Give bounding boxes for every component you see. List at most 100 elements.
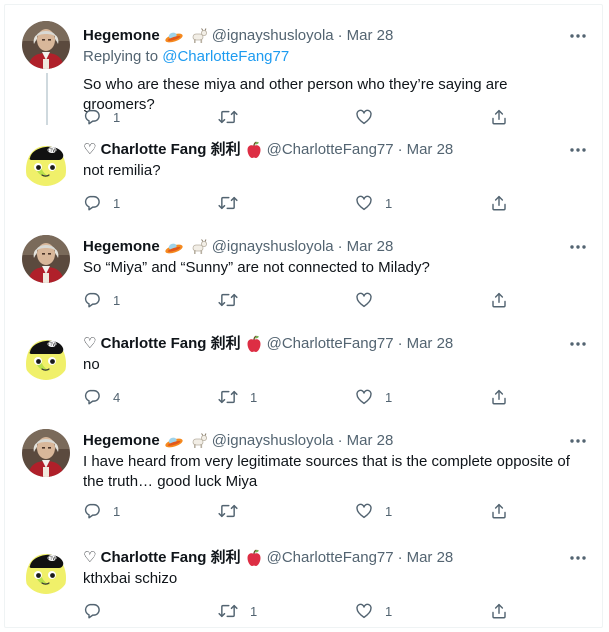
reply-button[interactable]: 1: [83, 193, 120, 213]
share-icon: [490, 194, 508, 212]
share-icon: [490, 502, 508, 520]
reply-icon: [83, 502, 101, 520]
apple-emoji: [245, 335, 263, 353]
tweet-actions: 1: [83, 290, 523, 310]
more-icon[interactable]: [568, 431, 588, 451]
tweet-header: ♡ Charlotte Fang 刹利 @CharlotteFang77 · Mar …: [83, 548, 453, 568]
retweet-icon: [218, 388, 238, 406]
reply-count: 1: [113, 503, 121, 519]
tweet-date[interactable]: Mar 28: [347, 431, 394, 451]
avatar[interactable]: FTW: [22, 546, 70, 594]
avatar[interactable]: FTW: [22, 332, 70, 380]
retweet-button[interactable]: [218, 193, 238, 213]
user-handle[interactable]: @CharlotteFang77: [267, 548, 394, 568]
share-button[interactable]: [490, 387, 508, 407]
tweet-text: not remilia?: [83, 162, 161, 179]
tweet[interactable]: Hegemone @ignayshusloyola · Mar 28 Replying …: [5, 17, 602, 131]
share-button[interactable]: [490, 193, 508, 213]
display-name[interactable]: Hegemone: [83, 431, 160, 451]
more-icon[interactable]: [568, 26, 588, 46]
share-button[interactable]: [490, 501, 508, 521]
like-button[interactable]: [355, 290, 373, 310]
svg-text:FTW: FTW: [48, 148, 57, 153]
tweet-header: Hegemone @ignayshusloyola · Mar 28: [83, 431, 393, 451]
reply-button[interactable]: [83, 601, 101, 621]
share-button[interactable]: [490, 107, 508, 127]
retweet-icon: [218, 291, 238, 309]
display-name[interactable]: ♡ Charlotte Fang 刹利: [83, 548, 241, 568]
display-name[interactable]: ♡ Charlotte Fang 刹利: [83, 140, 241, 160]
like-icon: [355, 194, 373, 212]
like-icon: [355, 108, 373, 126]
more-icon[interactable]: [568, 140, 588, 160]
reply-button[interactable]: 1: [83, 501, 120, 521]
tweet[interactable]: FTW ♡ Charlotte Fang 刹利 @CharlotteFang77 · M…: [5, 129, 602, 217]
replying-to-mention[interactable]: @CharlotteFang77: [162, 48, 289, 65]
tweet[interactable]: FTW ♡ Charlotte Fang 刹利 @CharlotteFang77 · M…: [5, 323, 602, 411]
replying-to: Replying to @CharlotteFang77: [83, 47, 289, 67]
reply-icon: [83, 108, 101, 126]
tweet-date[interactable]: Mar 28: [407, 140, 454, 160]
display-name[interactable]: Hegemone: [83, 237, 160, 257]
user-handle[interactable]: @CharlotteFang77: [267, 140, 394, 160]
retweet-button[interactable]: 1: [218, 601, 257, 621]
avatar[interactable]: FTW: [22, 138, 70, 186]
ufo-emoji: [164, 239, 184, 255]
tweet-date[interactable]: Mar 28: [347, 26, 394, 46]
tweet-actions: 11: [83, 601, 523, 621]
avatar[interactable]: [22, 429, 70, 477]
tweet-header: Hegemone @ignayshusloyola · Mar 28: [83, 237, 393, 257]
tweet[interactable]: Hegemone @ignayshusloyola · Mar 28 So “Miya”…: [5, 226, 602, 314]
retweet-icon: [218, 502, 238, 520]
tweet-text: I have heard from very legitimate source…: [83, 453, 570, 490]
reply-button[interactable]: 4: [83, 387, 120, 407]
display-name[interactable]: Hegemone: [83, 26, 160, 46]
like-button[interactable]: 1: [355, 193, 392, 213]
more-icon[interactable]: [568, 237, 588, 257]
like-button[interactable]: 1: [355, 601, 392, 621]
avatar[interactable]: [22, 21, 70, 69]
goat-emoji: [188, 28, 208, 44]
retweet-button[interactable]: [218, 501, 238, 521]
tweet[interactable]: FTW ♡ Charlotte Fang 刹利 @CharlotteFang77 · M…: [5, 537, 602, 625]
retweet-button[interactable]: 1: [218, 387, 257, 407]
like-count: 1: [385, 195, 393, 211]
user-handle[interactable]: @ignayshusloyola: [212, 431, 334, 451]
separator-dot: ·: [397, 335, 403, 352]
tweet-date[interactable]: Mar 28: [407, 548, 454, 568]
like-icon: [355, 291, 373, 309]
ufo-emoji: [164, 28, 184, 44]
share-button[interactable]: [490, 290, 508, 310]
user-handle[interactable]: @CharlotteFang77: [267, 334, 394, 354]
reply-count: 1: [113, 292, 121, 308]
share-button[interactable]: [490, 601, 508, 621]
like-button[interactable]: 1: [355, 501, 392, 521]
more-icon[interactable]: [568, 548, 588, 568]
more-icon[interactable]: [568, 334, 588, 354]
display-name[interactable]: ♡ Charlotte Fang 刹利: [83, 334, 241, 354]
ufo-emoji: [164, 433, 184, 449]
like-button[interactable]: 1: [355, 387, 392, 407]
separator-dot: ·: [337, 432, 343, 449]
user-handle[interactable]: @ignayshusloyola: [212, 237, 334, 257]
like-icon: [355, 388, 373, 406]
svg-text:FTW: FTW: [48, 556, 57, 561]
retweet-button[interactable]: [218, 107, 238, 127]
user-handle[interactable]: @ignayshusloyola: [212, 26, 334, 46]
reply-icon: [83, 602, 101, 620]
tweet-date[interactable]: Mar 28: [347, 237, 394, 257]
tweet-text: no: [83, 356, 100, 373]
tweet-actions: 11: [83, 501, 523, 521]
tweet-header: ♡ Charlotte Fang 刹利 @CharlotteFang77 · Mar …: [83, 140, 453, 160]
like-button[interactable]: [355, 107, 373, 127]
conversation-thread: Hegemone @ignayshusloyola · Mar 28 Replying …: [4, 4, 603, 628]
tweet[interactable]: Hegemone @ignayshusloyola · Mar 28 I have he…: [5, 420, 602, 525]
tweet-text: kthxbai schizo: [83, 570, 178, 587]
reply-button[interactable]: 1: [83, 107, 120, 127]
reply-count: 1: [113, 109, 121, 125]
reply-button[interactable]: 1: [83, 290, 120, 310]
tweet-text: So “Miya” and “Sunny” are not connected …: [83, 259, 430, 276]
tweet-date[interactable]: Mar 28: [407, 334, 454, 354]
retweet-button[interactable]: [218, 290, 238, 310]
avatar[interactable]: [22, 235, 70, 283]
